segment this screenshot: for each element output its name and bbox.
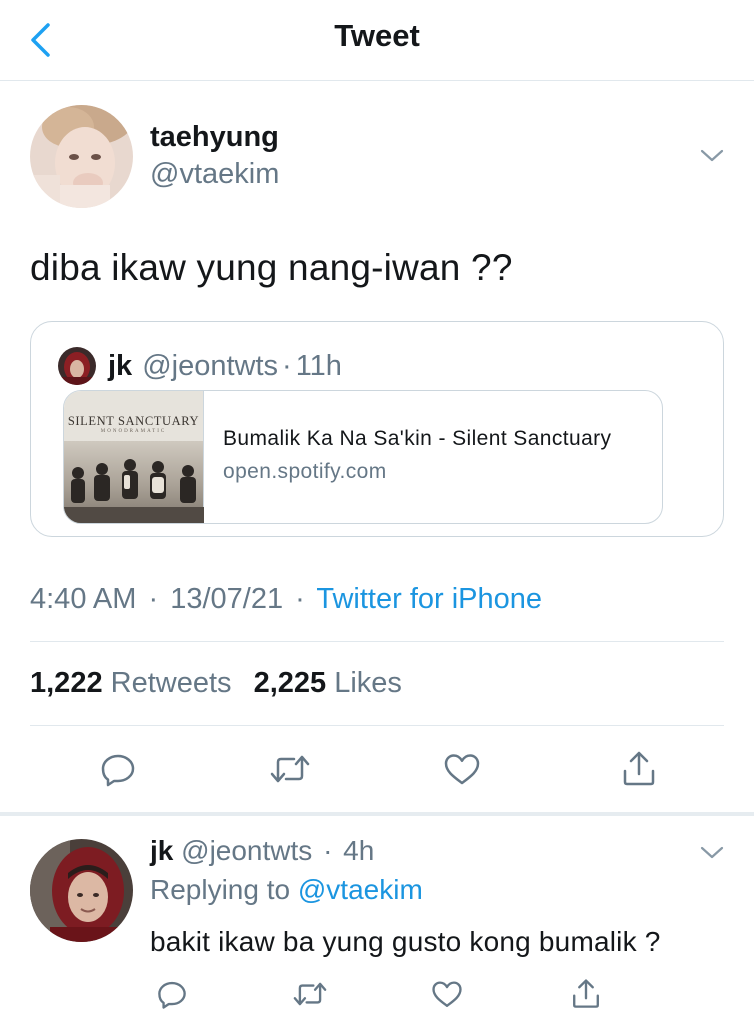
quoted-tweet-header: jk @jeontwts · 11h [58,346,342,386]
link-preview-card[interactable]: SILENT SANCTUARY MONODRAMATIC Bumalik Ka… [63,390,663,524]
quoted-author-name: jk [108,349,133,382]
quoted-author-handle: @jeontwts [142,349,279,382]
reply-text: bakit ikaw ba yung gusto kong bumalik ? [150,926,661,957]
tweet-stats: 1,222 Retweets 2,225 Likes [30,667,416,700]
likes-label: Likes [334,667,402,699]
share-icon [623,751,655,786]
quoted-timestamp: 11h [295,349,342,382]
link-thumbnail: SILENT SANCTUARY MONODRAMATIC [64,391,204,523]
like-icon [444,754,480,785]
reply-reply-button[interactable] [150,972,194,1016]
replying-to: Replying to @vtaekim [150,874,423,906]
reply-header: jk @jeontwts · 4h [150,835,374,867]
like-icon [432,981,462,1007]
retweets-count: 1,222 [30,667,103,699]
retweet-button[interactable] [268,747,312,791]
reply-icon [101,754,135,787]
author-avatar[interactable] [30,105,133,208]
link-domain: open.spotify.com [223,460,387,483]
reply-retweet-button[interactable] [288,972,332,1016]
quoted-tweet[interactable]: jk @jeontwts · 11h SILENT SANCTUARY MONO… [30,321,724,537]
chevron-down-icon[interactable] [696,146,728,166]
tweet-date: 13/07/21 [170,583,284,615]
nav-bar: Tweet [0,0,754,81]
reply-timestamp: 4h [343,835,375,866]
author-name[interactable]: taehyung [150,121,279,154]
divider [30,725,724,726]
replying-to-label: Replying to [150,874,291,905]
quoted-author-avatar [58,347,96,385]
likes-stat[interactable]: 2,225 Likes [254,667,416,699]
separator-dot: · [282,349,292,382]
author-handle[interactable]: @vtaekim [150,158,279,191]
separator-dot: · [295,583,305,615]
divider [30,641,724,642]
separator-dot: · [148,583,159,615]
reply-author-handle[interactable]: @jeontwts [181,835,312,866]
band-photo [64,459,204,523]
reply-like-button[interactable] [425,972,469,1016]
replying-to-handle[interactable]: @vtaekim [298,874,423,905]
separator-dot: · [323,835,333,866]
tweet-source-link[interactable]: Twitter for iPhone [316,583,542,615]
likes-count: 2,225 [253,667,327,699]
reply-author-avatar[interactable] [30,839,133,942]
share-button[interactable] [617,747,661,791]
reply-icon [158,981,186,1009]
tweet-text: diba ikaw yung nang-iwan ?? [30,247,513,288]
share-icon [573,979,599,1008]
page-title: Tweet [334,18,420,53]
reply-author-name[interactable]: jk [150,835,173,866]
retweet-icon [293,982,327,1006]
thumbnail-logo-text: SILENT SANCTUARY [67,414,200,428]
tweet-meta: 4:40 AM · 13/07/21 · Twitter for iPhone [30,583,542,616]
thumbnail-sub-text: MONODRAMATIC [100,429,167,434]
retweets-label: Retweets [110,667,232,699]
chevron-down-icon[interactable] [696,843,728,863]
section-divider [0,812,754,816]
retweets-stat[interactable]: 1,222 Retweets [30,667,254,699]
like-button[interactable] [440,747,484,791]
link-title: Bumalik Ka Na Sa'kin - Silent Sanctuary [223,427,612,450]
retweet-icon [270,755,310,783]
tweet-time: 4:40 AM [30,583,137,615]
reply-share-button[interactable] [564,972,608,1016]
reply-button[interactable] [96,747,140,791]
